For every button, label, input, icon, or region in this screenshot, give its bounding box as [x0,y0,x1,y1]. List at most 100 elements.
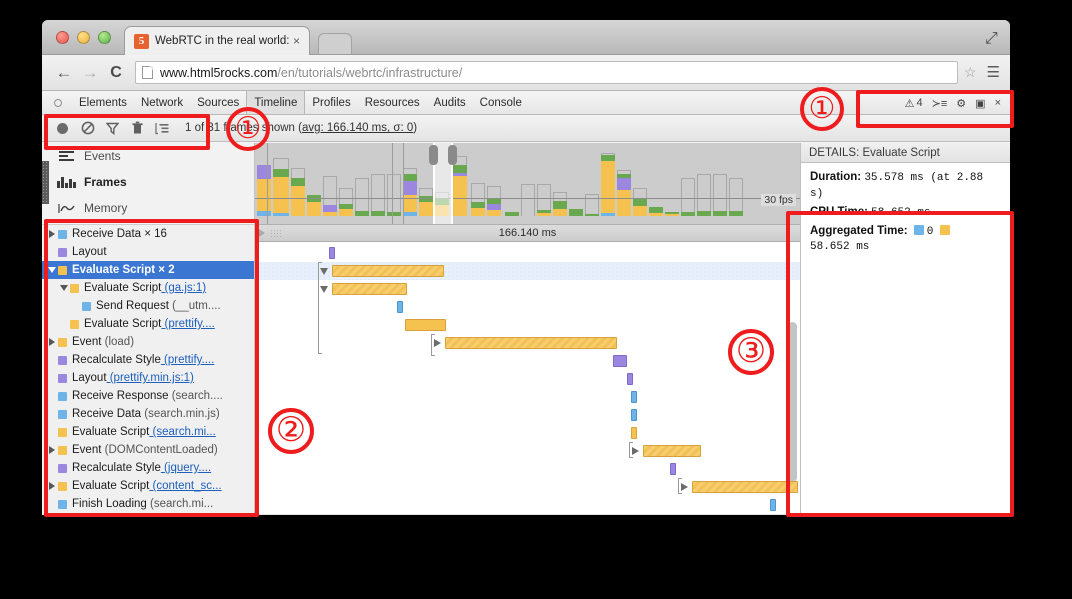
tree-row[interactable]: Recalculate Style (jquery.... [42,459,254,477]
waterfall-bar[interactable] [631,427,637,439]
tree-row[interactable]: Event (DOMContentLoaded) [42,441,254,459]
tab-network[interactable]: Network [134,91,190,114]
waterfall-row[interactable] [255,388,800,406]
tab-console[interactable]: Console [473,91,529,114]
tree-row-source-link[interactable]: (prettify.... [161,354,214,366]
page-info-icon[interactable] [142,66,153,79]
waterfall-bar[interactable] [329,247,335,259]
tree-row[interactable]: Receive Data (search.min.js) [42,405,254,423]
tree-twisty-icon[interactable] [46,446,58,454]
tree-row-source-link[interactable]: (jquery.... [161,462,211,474]
console-drawer-icon[interactable]: ≻≡ [932,97,948,110]
warning-count-badge[interactable]: ⚠ 4 [905,97,923,110]
selection-right-handle[interactable] [448,145,457,165]
tree-twisty-icon[interactable] [46,482,58,490]
timeline-waterfall[interactable] [255,242,800,514]
tree-row[interactable]: Evaluate Script (ga.js:1) [42,279,254,297]
tree-row[interactable]: Layout [42,243,254,261]
waterfall-row[interactable] [255,280,800,298]
frames-view-button[interactable] [150,117,175,139]
sidebar-item-frames[interactable]: Frames [42,169,254,195]
waterfall-row[interactable] [255,316,800,334]
tree-row[interactable]: Send Request (__utm.... [42,297,254,315]
waterfall-bar[interactable] [631,409,637,421]
trash-button[interactable] [125,117,150,139]
waterfall-row[interactable] [255,406,800,424]
waterfall-row[interactable] [255,460,800,478]
waterfall-bar[interactable] [670,463,676,475]
waterfall-bar[interactable] [613,355,627,367]
waterfall-row[interactable] [255,262,800,280]
new-tab-button[interactable] [318,33,352,54]
tab-audits[interactable]: Audits [427,91,473,114]
frames-overview[interactable]: 30 fps [255,143,800,225]
tree-row[interactable]: Event (load) [42,333,254,351]
tree-row[interactable]: Finish Loading (search.mi... [42,495,254,513]
close-devtools-icon[interactable]: × [995,97,1001,109]
status-link[interactable]: avg: 166.140 ms, σ: 0 [302,122,413,134]
waterfall-bar[interactable] [627,373,633,385]
tree-twisty-icon[interactable] [46,338,58,346]
tree-row[interactable]: Receive Response (search.... [42,387,254,405]
record-button[interactable] [50,117,75,139]
filter-button[interactable] [100,117,125,139]
sidebar-item-memory[interactable]: Memory [42,195,254,221]
gear-icon[interactable]: ⚙ [956,97,966,110]
waterfall-bar[interactable] [332,283,407,295]
sidebar-item-events[interactable]: Events [42,143,254,169]
tree-row[interactable]: Layout (prettify.min.js:1) [42,369,254,387]
waterfall-row[interactable] [255,496,800,514]
tree-row-source-link[interactable]: (search.mi... [149,426,215,438]
back-icon[interactable]: ← [52,61,76,85]
tree-row[interactable]: Evaluate Script × 2 [42,261,254,279]
waterfall-row[interactable] [255,352,800,370]
inspect-element-icon[interactable] [48,95,68,111]
waterfall-row[interactable] [255,442,800,460]
tree-twisty-icon[interactable] [58,285,70,291]
tree-row[interactable]: Evaluate Script (search.mi... [42,423,254,441]
waterfall-row[interactable] [255,424,800,442]
tab-resources[interactable]: Resources [358,91,427,114]
dock-side-icon[interactable]: ▣ [975,97,985,110]
address-bar[interactable]: www.html5rocks.com/en/tutorials/webrtc/i… [135,61,958,84]
forward-icon[interactable]: → [78,61,102,85]
minimize-window-button[interactable] [77,31,90,44]
bookmark-star-icon[interactable]: ☆ [964,64,977,81]
tree-twisty-icon[interactable] [46,267,58,273]
tree-row-source-link[interactable]: (content_sc... [149,480,221,492]
waterfall-bar[interactable] [397,301,403,313]
waterfall-row[interactable] [255,244,800,262]
waterfall-bar[interactable] [332,265,444,277]
waterfall-row[interactable] [255,298,800,316]
waterfall-row[interactable] [255,478,800,496]
waterfall-bar[interactable] [445,337,617,349]
close-tab-icon[interactable]: × [290,34,303,48]
waterfall-bar[interactable] [631,391,637,403]
close-window-button[interactable] [56,31,69,44]
reload-icon[interactable]: C [104,61,128,85]
timeline-records-tree[interactable]: Receive Data × 16LayoutEvaluate Script ×… [42,224,254,514]
selection-left-handle[interactable] [429,145,438,165]
clear-button[interactable] [75,117,100,139]
waterfall-bar[interactable] [770,499,776,511]
zoom-window-button[interactable] [98,31,111,44]
tree-row[interactable]: Evaluate Script (content_sc... [42,477,254,495]
waterfall-bar[interactable] [405,319,446,331]
tree-row[interactable]: Receive Data × 16 [42,225,254,243]
browser-menu-icon[interactable]: ☰ [987,65,1000,80]
waterfall-row[interactable] [255,370,800,388]
tab-elements[interactable]: Elements [72,91,134,114]
waterfall-row[interactable] [255,334,800,352]
tab-profiles[interactable]: Profiles [305,91,357,114]
sidebar-resize-grip[interactable] [42,161,49,204]
tree-row-source-link[interactable]: (ga.js:1) [161,282,206,294]
tree-row-source-link[interactable]: (prettify.... [161,318,214,330]
tree-row-source-link[interactable]: (prettify.min.js:1) [107,372,194,384]
waterfall-bar[interactable] [692,481,798,493]
browser-tab[interactable]: 5 WebRTC in the real world: × [124,26,310,55]
fullscreen-icon[interactable]: ⤢ [985,30,998,43]
tree-row[interactable]: Recalculate Style (prettify.... [42,351,254,369]
tree-twisty-icon[interactable] [46,230,58,238]
tree-row[interactable]: Evaluate Script (prettify.... [42,315,254,333]
overview-selection-window[interactable] [433,143,453,224]
